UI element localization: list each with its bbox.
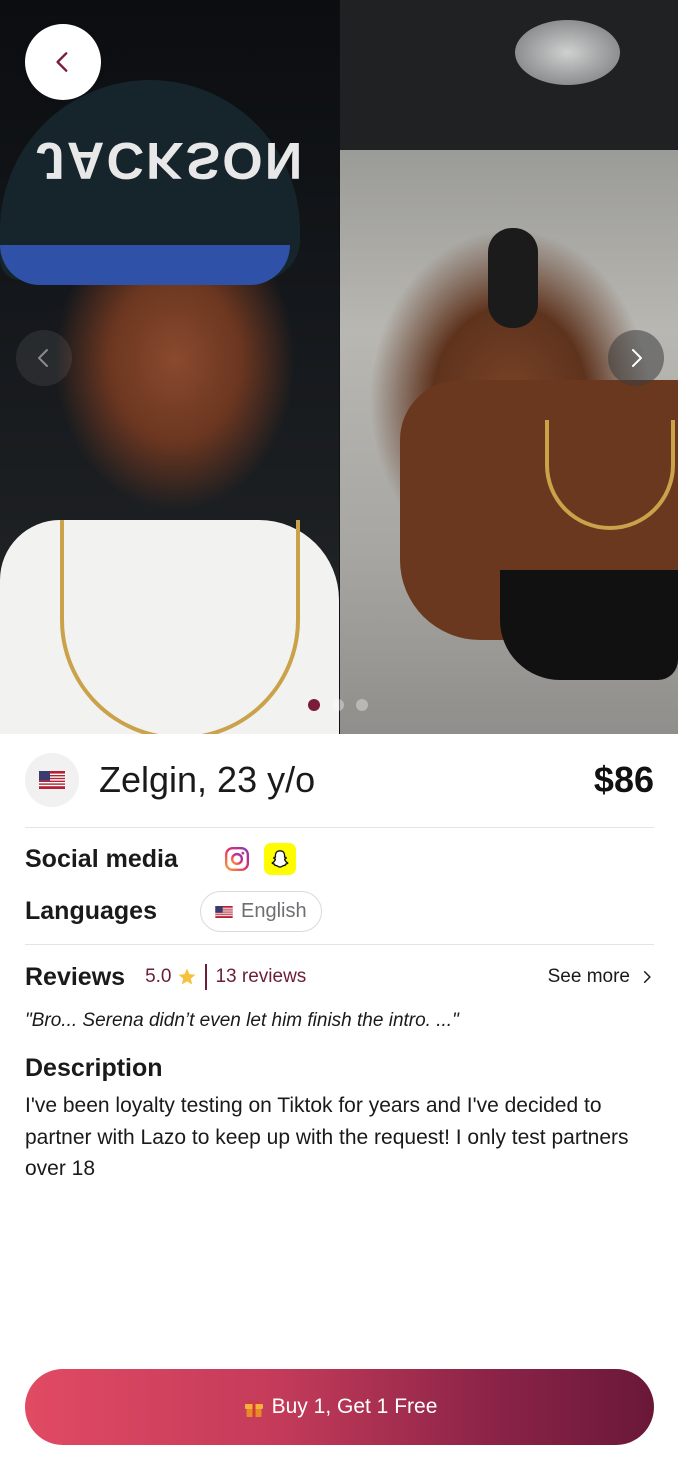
profile-price: $86 — [593, 759, 654, 800]
reviews-header: Reviews 5.0 13 reviews See more — [25, 960, 654, 994]
star-icon — [179, 968, 196, 985]
instagram-icon[interactable] — [222, 844, 252, 874]
chevron-left-icon — [56, 52, 68, 72]
next-photo-button[interactable] — [608, 330, 664, 386]
buy-one-get-one-button[interactable]: Buy 1, Get 1 Free — [25, 1369, 654, 1445]
chevron-right-icon — [632, 349, 642, 367]
rating-value: 5.0 — [145, 966, 172, 987]
previous-photo-button[interactable] — [16, 330, 72, 386]
review-quote: "Bro... Serena didn’t even let him finis… — [25, 1010, 459, 1031]
shorts-graphic — [500, 570, 678, 680]
pagination-dot[interactable] — [332, 699, 344, 711]
cap-logo-text: JACKSON — [36, 131, 305, 189]
reviews-title: Reviews — [25, 962, 126, 991]
counter-graphic — [340, 0, 678, 150]
language-label: English — [241, 900, 307, 922]
gift-icon — [244, 1400, 263, 1417]
divider — [25, 944, 654, 945]
gallery-pagination — [308, 699, 368, 711]
languages-label: Languages — [25, 897, 157, 925]
profile-name-age: Zelgin, 23 y/o — [99, 759, 316, 800]
chevron-right-icon — [643, 970, 651, 984]
see-more-reviews-link[interactable]: See more — [548, 966, 654, 988]
description-text: I've been loyalty testing on Tiktok for … — [25, 1094, 629, 1180]
photo-gallery[interactable]: JACKSON — [0, 0, 678, 734]
country-badge — [25, 753, 79, 807]
us-flag-icon — [39, 771, 65, 789]
cap-brim-graphic — [0, 245, 290, 285]
chain-graphic — [60, 520, 300, 734]
divider — [25, 827, 654, 828]
chevron-left-icon — [38, 349, 48, 367]
see-more-label: See more — [547, 966, 630, 987]
separator — [205, 964, 208, 990]
pagination-dot[interactable] — [356, 699, 368, 711]
headphones-graphic — [488, 228, 538, 328]
cta-label: Buy 1, Get 1 Free — [271, 1395, 438, 1418]
social-icons — [222, 843, 296, 875]
social-media-label: Social media — [25, 845, 178, 873]
profile-header: Zelgin, 23 y/o $86 — [25, 752, 654, 808]
pagination-dot[interactable] — [308, 699, 320, 711]
us-flag-icon — [215, 905, 233, 918]
back-button[interactable] — [25, 24, 101, 100]
snapchat-icon[interactable] — [264, 843, 296, 875]
language-chip-english: English — [200, 891, 322, 932]
description-title: Description — [25, 1054, 163, 1082]
sink-graphic — [515, 20, 620, 85]
review-count[interactable]: 13 reviews — [215, 966, 306, 988]
